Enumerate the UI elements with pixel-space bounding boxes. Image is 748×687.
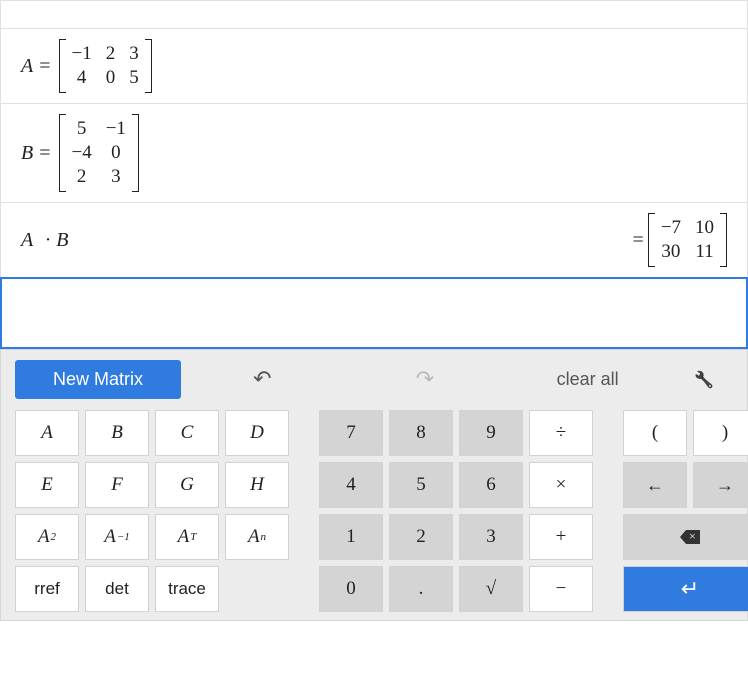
- sub-key[interactable]: −: [529, 566, 593, 612]
- matrix-cell: 2: [106, 43, 116, 65]
- keyboard-toolbar: New Matrix clear all: [9, 358, 739, 400]
- clear-all-button[interactable]: clear all: [506, 361, 669, 398]
- matrix-cell: 5: [72, 118, 92, 140]
- arrow-left-icon: [646, 475, 664, 496]
- virtual-keyboard: New Matrix clear all ABCD EFGH A2A−1ATAn rr…: [0, 349, 748, 621]
- var-c-key[interactable]: C: [155, 410, 219, 456]
- matrix-cell: 11: [695, 241, 714, 263]
- matrix-cell: 30: [661, 241, 681, 263]
- bracket-left-icon: [59, 39, 66, 93]
- bracket-right-icon: [132, 114, 139, 192]
- redo-icon: [416, 366, 434, 392]
- undo-icon: [253, 366, 271, 392]
- new-matrix-button[interactable]: New Matrix: [15, 360, 181, 399]
- matrix-cell: 2: [72, 166, 92, 188]
- history-blank-row: [0, 0, 748, 28]
- matrix-cell: −1: [72, 43, 92, 65]
- matrix-cell: 4: [72, 67, 92, 89]
- equals-sign: =: [39, 55, 50, 78]
- var-h-key[interactable]: H: [225, 462, 289, 508]
- matrix-cell: 5: [129, 67, 139, 89]
- sqrt-key[interactable]: √: [459, 566, 523, 612]
- matrix-a: −1 23 405: [59, 39, 152, 93]
- matrix-a-var: A: [21, 55, 33, 78]
- bracket-left-icon: [59, 114, 66, 192]
- enter-icon: [681, 576, 699, 602]
- var-d-key[interactable]: D: [225, 410, 289, 456]
- digit-3-key[interactable]: 3: [459, 514, 523, 560]
- product-row[interactable]: A·B = −7103011: [0, 202, 748, 277]
- redo-button[interactable]: [344, 358, 507, 400]
- right-paren-key[interactable]: ): [693, 410, 748, 456]
- a-transpose-key[interactable]: AT: [155, 514, 219, 560]
- undo-button[interactable]: [181, 358, 344, 400]
- var-e-key[interactable]: E: [15, 462, 79, 508]
- product-lhs: A·B: [21, 229, 74, 252]
- bracket-left-icon: [648, 213, 655, 267]
- matrix-cell: −1: [106, 118, 126, 140]
- matrix-cell: −7: [661, 217, 681, 239]
- bracket-right-icon: [145, 39, 152, 93]
- matrix-ab: −7 10 30 11: [648, 213, 727, 267]
- digit-9-key[interactable]: 9: [459, 410, 523, 456]
- backspace-key[interactable]: [623, 514, 748, 560]
- add-key[interactable]: +: [529, 514, 593, 560]
- arrow-right-icon: [716, 475, 734, 496]
- right-keygroup: ( ): [623, 410, 748, 612]
- product-result: = −7103011: [629, 213, 728, 267]
- matrix-b-row[interactable]: B = 5 −1 −4 023: [0, 103, 748, 202]
- var-a-key[interactable]: A: [15, 410, 79, 456]
- matrix-b: 5 −1 −4 023: [59, 114, 139, 192]
- backspace-icon: [680, 530, 700, 544]
- matrix-cell: 3: [129, 43, 139, 65]
- digit-7-key[interactable]: 7: [319, 410, 383, 456]
- matrix-cell: 3: [106, 166, 126, 188]
- det-key[interactable]: det: [85, 566, 149, 612]
- a-squared-key[interactable]: A2: [15, 514, 79, 560]
- digit-8-key[interactable]: 8: [389, 410, 453, 456]
- rref-key[interactable]: rref: [15, 566, 79, 612]
- matrix-cell: 0: [106, 142, 126, 164]
- div-key[interactable]: ÷: [529, 410, 593, 456]
- cursor-right-key[interactable]: [693, 462, 748, 508]
- decimal-key[interactable]: .: [389, 566, 453, 612]
- mul-key[interactable]: ×: [529, 462, 593, 508]
- wrench-icon: [694, 369, 714, 390]
- left-paren-key[interactable]: (: [623, 410, 687, 456]
- digit-2-key[interactable]: 2: [389, 514, 453, 560]
- a-power-n-key[interactable]: An: [225, 514, 289, 560]
- matrix-a-row[interactable]: A = −1 23 405: [0, 28, 748, 103]
- var-g-key[interactable]: G: [155, 462, 219, 508]
- digit-1-key[interactable]: 1: [319, 514, 383, 560]
- settings-button[interactable]: [669, 361, 739, 398]
- digit-0-key[interactable]: 0: [319, 566, 383, 612]
- equals-sign: =: [39, 142, 50, 165]
- var-b-key[interactable]: B: [85, 410, 149, 456]
- a-inverse-key[interactable]: A−1: [85, 514, 149, 560]
- matrix-cell: 10: [695, 217, 714, 239]
- digit-6-key[interactable]: 6: [459, 462, 523, 508]
- digit-4-key[interactable]: 4: [319, 462, 383, 508]
- var-f-key[interactable]: F: [85, 462, 149, 508]
- enter-key[interactable]: [623, 566, 748, 612]
- cursor-left-key[interactable]: [623, 462, 687, 508]
- matrix-b-var: B: [21, 142, 33, 165]
- matrix-cell: 0: [106, 67, 116, 89]
- digit-5-key[interactable]: 5: [389, 462, 453, 508]
- bracket-right-icon: [720, 213, 727, 267]
- trace-key[interactable]: trace: [155, 566, 219, 612]
- matrix-cell: −4: [72, 142, 92, 164]
- active-input-row[interactable]: [0, 277, 748, 349]
